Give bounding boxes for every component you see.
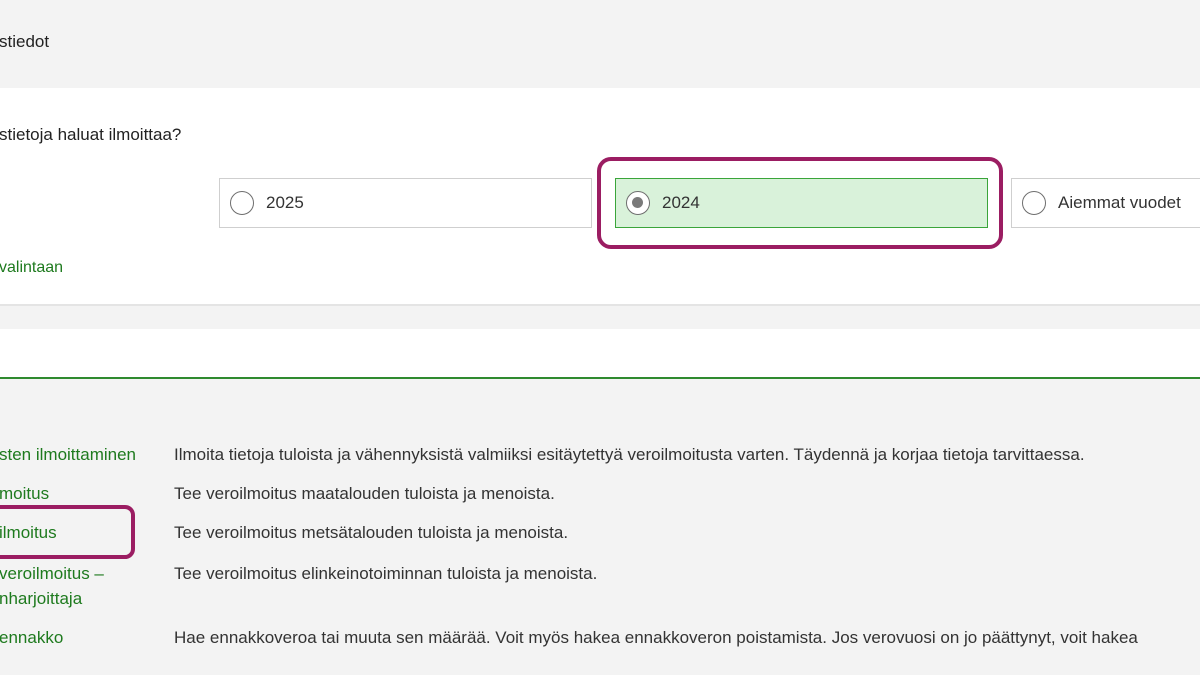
year-option-2024[interactable]: 2024 bbox=[615, 178, 988, 228]
year-option-label: Aiemmat vuodet bbox=[1058, 193, 1181, 212]
year-option-label: 2025 bbox=[266, 193, 304, 212]
year-option-older[interactable]: Aiemmat vuodet bbox=[1011, 178, 1200, 228]
radio-checked-icon[interactable] bbox=[626, 191, 650, 215]
service-link-prepayment[interactable]: ennakko bbox=[0, 625, 63, 650]
service-description: Ilmoita tietoja tuloista ja vähennyksist… bbox=[174, 445, 1085, 464]
year-question: stietoja haluat ilmoittaa? bbox=[0, 125, 182, 144]
service-link-line: veroilmoitus – bbox=[0, 564, 104, 583]
service-link-forestry[interactable]: ilmoitus bbox=[0, 520, 57, 545]
page-header: stiedot bbox=[0, 0, 1200, 88]
radio-unchecked-icon[interactable] bbox=[1022, 191, 1046, 215]
service-description: Tee veroilmoitus metsätalouden tuloista … bbox=[174, 523, 569, 542]
service-description: Tee veroilmoitus maatalouden tuloista ja… bbox=[174, 484, 555, 503]
section-divider-band bbox=[0, 329, 1200, 379]
service-description: Hae ennakkoveroa tai muuta sen määrää. V… bbox=[174, 628, 1138, 647]
page-title: stiedot bbox=[0, 32, 50, 51]
radio-unchecked-icon[interactable] bbox=[230, 191, 254, 215]
service-description: Tee veroilmoitus elinkeinotoiminnan tulo… bbox=[174, 564, 598, 583]
service-link-line: nharjoittaja bbox=[0, 589, 83, 608]
service-link-prefilled[interactable]: sten ilmoittaminen bbox=[0, 442, 136, 467]
year-option-label: 2024 bbox=[662, 193, 700, 212]
service-link-agriculture[interactable]: moitus bbox=[0, 481, 49, 506]
service-link-business[interactable]: veroilmoitus – nharjoittaja bbox=[0, 561, 104, 611]
year-option-2025[interactable]: 2025 bbox=[219, 178, 592, 228]
back-to-selection-link[interactable]: valintaan bbox=[0, 259, 63, 277]
